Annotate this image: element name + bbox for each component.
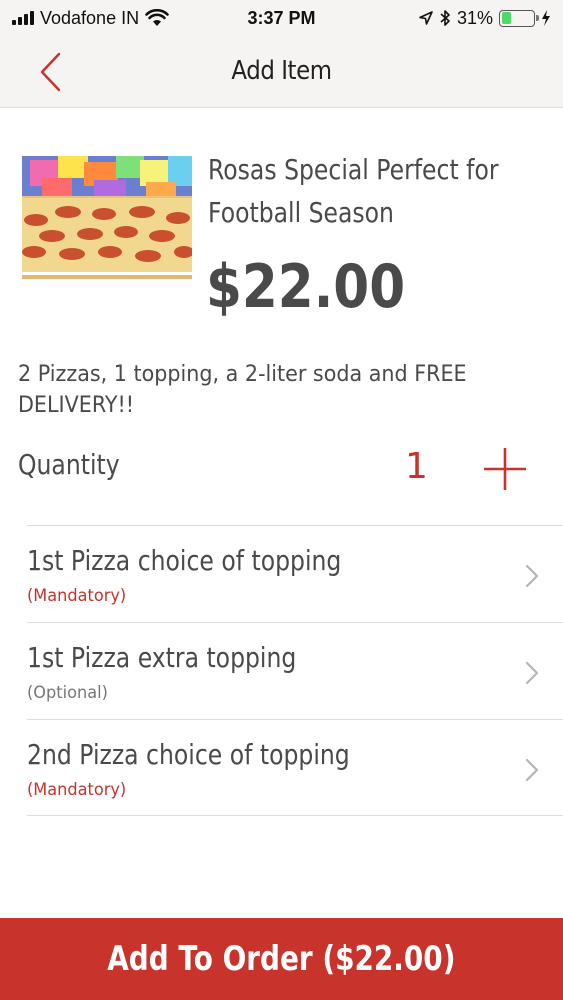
quantity-label: Quantity [18, 448, 120, 481]
bluetooth-icon [440, 10, 450, 26]
nav-bar: Add Item [0, 36, 563, 108]
wifi-icon [145, 9, 169, 26]
quantity-value: 1 [405, 446, 428, 487]
page-title: Add Item [231, 56, 332, 86]
status-right: 31% [419, 8, 551, 29]
product-title: Rosas Special Perfect for Football Seaso… [208, 153, 499, 229]
option-row-2nd-pizza-topping[interactable]: 2nd Pizza choice of topping (Mandatory) [27, 719, 563, 816]
product-image [22, 156, 192, 282]
option-title: 1st Pizza extra topping [27, 641, 297, 674]
product-description: 2 Pizzas, 1 topping, a 2-liter soda and … [18, 362, 467, 418]
charging-icon [542, 10, 550, 26]
option-title: 1st Pizza choice of topping [27, 544, 342, 577]
status-bar: Vodafone IN 3:37 PM 31% [0, 0, 563, 36]
product-price: $22.00 [206, 252, 406, 322]
battery-icon [499, 9, 539, 27]
battery-percent: 31% [456, 7, 493, 28]
location-icon [419, 11, 433, 25]
carrier-name: Vodafone IN [40, 7, 140, 28]
plus-icon [484, 448, 526, 490]
option-requirement: (Mandatory) [27, 780, 127, 800]
options-list: 1st Pizza choice of topping (Mandatory) … [27, 525, 563, 816]
option-requirement: (Mandatory) [27, 586, 127, 606]
signal-icon [12, 11, 34, 25]
option-row-1st-pizza-extra-topping[interactable]: 1st Pizza extra topping (Optional) [27, 622, 563, 719]
chevron-right-icon [525, 564, 539, 588]
chevron-right-icon [525, 661, 539, 685]
option-row-1st-pizza-topping[interactable]: 1st Pizza choice of topping (Mandatory) [27, 525, 563, 622]
status-left: Vodafone IN [12, 8, 212, 29]
chevron-right-icon [525, 758, 539, 782]
option-title: 2nd Pizza choice of topping [27, 738, 350, 771]
option-requirement: (Optional) [27, 683, 108, 703]
add-to-order-button[interactable]: Add To Order ($22.00) [0, 918, 563, 1000]
increase-quantity-button[interactable] [480, 444, 530, 494]
add-to-order-label: Add To Order ($22.00) [107, 939, 456, 979]
